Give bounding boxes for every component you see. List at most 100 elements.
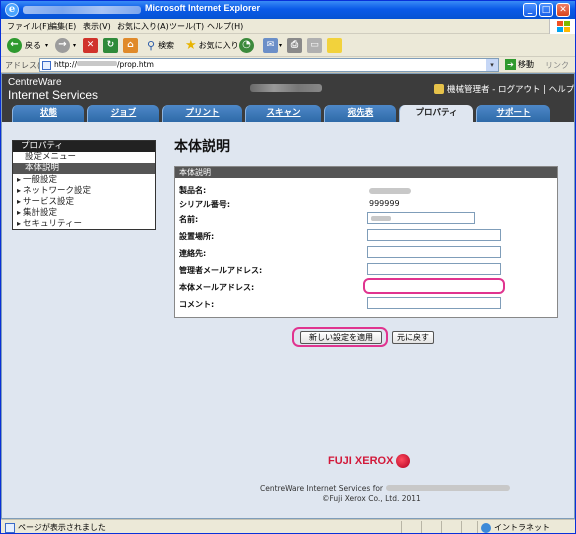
url-redacted	[76, 61, 117, 66]
sidebar-item-device-description[interactable]: 本体説明	[13, 163, 155, 174]
product-name-value	[369, 188, 411, 194]
home-button[interactable]: ⌂	[123, 37, 138, 53]
print-button[interactable]: ⎙	[287, 37, 302, 53]
app-header: CentreWare Internet Services 機械管理者 - ログア…	[2, 74, 574, 104]
intranet-globe-icon	[481, 522, 491, 533]
tab-properties[interactable]: プロパティ	[399, 105, 473, 123]
menu-help[interactable]: ヘルプ(H)	[207, 21, 243, 32]
tab-support[interactable]: サポート	[476, 105, 550, 122]
address-bar: アドレス(D) http:///prop.htm ▾ ➔ 移動 リンク	[1, 57, 575, 73]
url-suffix: /prop.htm	[116, 60, 154, 69]
sidebar-item-accounting[interactable]: 集計設定	[13, 207, 155, 218]
page-icon	[42, 61, 51, 70]
footer-line1: CentreWare Internet Services for	[260, 484, 511, 493]
links-button[interactable]: リンク	[545, 60, 569, 71]
page-title: 本体説明	[174, 139, 230, 155]
admin-email-field[interactable]	[367, 263, 501, 275]
sidebar-item-network[interactable]: ネットワーク設定	[13, 185, 155, 196]
windows-logo-icon	[549, 19, 575, 34]
search-icon: ⚲	[147, 38, 156, 52]
logo-text: FUJI XEROX	[328, 455, 394, 467]
browser-window: e Microsoft Internet Explorer _ □ ✕ ファイル…	[0, 0, 576, 534]
name-field[interactable]	[367, 212, 475, 224]
back-button[interactable]: ← 戻る ▾	[7, 37, 48, 53]
sidebar-header: プロパティ	[13, 141, 155, 152]
printer-icon: ⎙	[287, 37, 302, 53]
model-name-redacted	[250, 84, 322, 92]
refresh-button[interactable]: ↻	[103, 37, 118, 53]
location-field[interactable]	[367, 229, 501, 241]
window-title: Microsoft Internet Explorer	[145, 3, 261, 13]
model-redacted	[386, 485, 511, 491]
sidebar-item-settings-menu[interactable]: 設定メニュー	[13, 152, 155, 163]
user-area[interactable]: 機械管理者 - ログアウト | ヘルプ...	[434, 83, 574, 95]
reset-button[interactable]: 元に戻す	[392, 331, 434, 344]
url-prefix: http://	[54, 60, 77, 69]
home-icon: ⌂	[123, 37, 138, 53]
title-redacted	[23, 6, 141, 14]
toolbar: ← 戻る ▾ → ▾ ✕ ↻ ⌂ ⚲ 検索 ★ お気に入り ◔ ✉ ▾ ⎙ ▭	[1, 34, 575, 57]
history-button[interactable]: ◔	[239, 37, 254, 53]
fuji-xerox-logo: FUJI XEROX	[328, 454, 411, 468]
brand-line2: Internet Services	[8, 88, 99, 102]
mail-button[interactable]: ✉ ▾	[263, 37, 282, 53]
go-arrow-icon: ➔	[505, 59, 516, 70]
menu-view[interactable]: 表示(V)	[83, 21, 111, 32]
menu-tools[interactable]: ツール(T)	[169, 21, 204, 32]
favorites-button[interactable]: ★ お気に入り	[185, 37, 239, 53]
serial-value: 999999	[369, 199, 400, 208]
back-label: 戻る	[25, 40, 41, 50]
close-button[interactable]: ✕	[556, 3, 570, 17]
page-done-icon	[5, 522, 15, 533]
menu-favorites[interactable]: お気に入り(A)	[117, 21, 169, 32]
zone-text: イントラネット	[494, 523, 550, 532]
apply-button[interactable]: 新しい設定を適用	[300, 331, 382, 344]
ie-logo-icon: e	[5, 3, 19, 17]
status-text-area: ページが表示されました	[5, 522, 106, 533]
tab-scan[interactable]: スキャン	[245, 105, 321, 122]
status-bar: ページが表示されました イントラネット	[1, 519, 575, 533]
go-label: 移動	[518, 60, 534, 69]
sidebar-item-security[interactable]: セキュリティー	[13, 218, 155, 229]
tab-address-book[interactable]: 宛先表	[324, 105, 396, 122]
product-name-label: 製品名:	[179, 186, 207, 195]
xerox-sphere-icon	[396, 454, 411, 468]
mail-icon: ✉	[263, 37, 278, 53]
sidebar-item-general[interactable]: 一般設定	[13, 174, 155, 185]
forward-dropdown-icon[interactable]: ▾	[73, 42, 76, 49]
footer-line1-text: CentreWare Internet Services for	[260, 484, 384, 493]
user-icon	[434, 84, 444, 94]
brand-line1: CentreWare	[8, 77, 62, 88]
user-text[interactable]: 機械管理者 - ログアウト | ヘルプ...	[447, 85, 574, 95]
location-label: 設置場所:	[179, 232, 215, 241]
search-button[interactable]: ⚲ 検索	[147, 37, 174, 53]
address-dropdown-icon[interactable]: ▾	[486, 59, 498, 71]
menu-file[interactable]: ファイル(F)	[7, 21, 50, 32]
mail-dropdown-icon: ▾	[279, 41, 283, 49]
minimize-button[interactable]: _	[523, 3, 537, 17]
contact-label: 連絡先:	[179, 249, 207, 258]
page-content: CentreWare Internet Services 機械管理者 - ログア…	[1, 73, 575, 519]
notes-icon	[327, 37, 342, 53]
comment-field[interactable]	[367, 297, 501, 309]
edit-button[interactable]: ▭	[307, 37, 322, 53]
go-button[interactable]: ➔ 移動	[505, 59, 534, 70]
copyright: ©Fuji Xerox Co., Ltd. 2011	[322, 494, 421, 503]
stop-button[interactable]: ✕	[83, 37, 98, 53]
forward-button[interactable]: → ▾	[55, 37, 76, 53]
maximize-button[interactable]: □	[539, 3, 553, 17]
tab-status[interactable]: 状態	[12, 105, 84, 122]
menu-edit[interactable]: 編集(E)	[49, 21, 76, 32]
sidebar: プロパティ 設定メニュー 本体説明 一般設定 ネットワーク設定 サービス設定 集…	[12, 140, 156, 230]
device-email-field[interactable]	[363, 278, 505, 294]
address-input[interactable]: http:// /prop.htm ▾	[39, 58, 499, 72]
sidebar-item-services[interactable]: サービス設定	[13, 196, 155, 207]
forward-arrow-icon: →	[55, 37, 70, 53]
contact-field[interactable]	[367, 246, 501, 258]
star-icon: ★	[185, 37, 197, 53]
notes-button[interactable]	[327, 37, 342, 53]
tab-print[interactable]: プリント	[162, 105, 242, 122]
edit-icon: ▭	[307, 37, 322, 53]
tab-jobs[interactable]: ジョブ	[87, 105, 159, 122]
back-dropdown-icon[interactable]: ▾	[45, 42, 48, 49]
